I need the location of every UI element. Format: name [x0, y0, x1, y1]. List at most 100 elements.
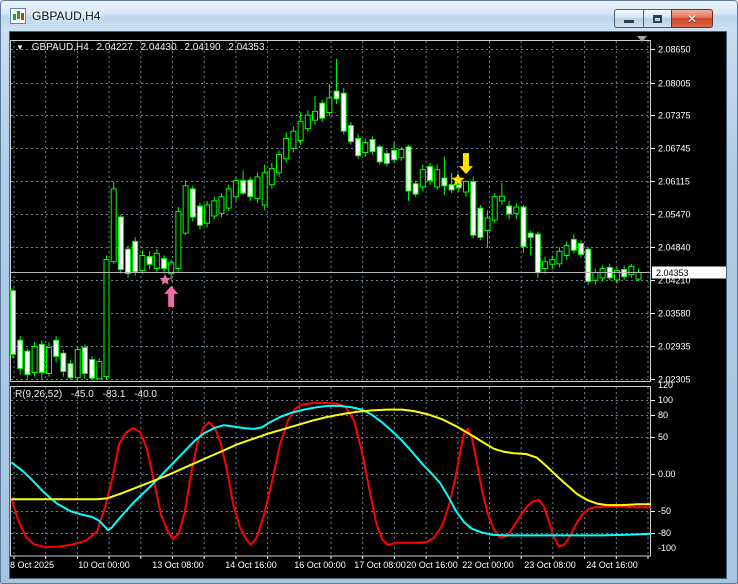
candle-body: [498, 195, 505, 202]
symbol-ohlc-header: ▼ GBPAUD,H4 2.04227 2.04430 2.04190 2.04…: [16, 42, 270, 53]
current-price-value: 2.04353: [656, 268, 689, 278]
candle-body: [31, 346, 38, 373]
close-button[interactable]: ✕: [671, 9, 713, 28]
candle-body: [542, 261, 549, 269]
candle-body: [369, 139, 376, 152]
chart-shift-marker-icon: [637, 36, 647, 42]
time-axis-label: 20 Oct 16:00: [406, 560, 458, 570]
candle-body: [276, 154, 282, 174]
high-value: 2.04430: [140, 42, 177, 53]
chart-canvas[interactable]: 2.08650 2.08005 2.07375 2.06745 2.06115 2.054…: [10, 32, 726, 578]
candle-body: [268, 168, 275, 186]
chevron-down-icon[interactable]: ▼: [16, 43, 24, 52]
osc-axis-label: -80: [658, 528, 671, 538]
candle-body: [139, 255, 146, 272]
candle-body: [225, 188, 232, 209]
candle-body: [46, 347, 52, 374]
oscillator-line-R-fast: [11, 402, 651, 549]
osc-axis-label: 50: [658, 432, 668, 442]
candle-body: [534, 233, 541, 274]
minimize-icon: [624, 20, 634, 23]
price-axis-label: 2.02935: [658, 342, 691, 352]
close-icon: ✕: [686, 11, 698, 26]
candle-body: [391, 149, 398, 161]
candle-body: [67, 363, 74, 379]
candle-body: [376, 146, 383, 163]
candle-body: [520, 206, 527, 248]
price-axis-label: 2.06745: [658, 144, 691, 154]
candle-body: [89, 359, 96, 379]
candle-body: [477, 207, 484, 238]
price-axis-label: 2.05470: [658, 210, 691, 220]
candle-body: [570, 238, 577, 251]
chart-window: GBPAUD,H4 ✕ 2.08650 2.08005 2.07375 2.06745…: [0, 0, 738, 584]
candle-body: [549, 259, 556, 265]
candle-body: [297, 120, 304, 142]
candle-body: [232, 180, 239, 198]
candle-body: [290, 130, 297, 149]
candle-body: [628, 265, 635, 276]
window-controls: ✕: [614, 9, 713, 28]
candle-body: [182, 185, 189, 234]
candle-body: [110, 188, 117, 263]
sell-signal-arrow-icon: [458, 153, 473, 175]
candle-body: [441, 177, 448, 187]
candle-body: [125, 248, 131, 275]
indicator-value-fast: -45.0: [71, 389, 94, 400]
close-value: 2.04353: [228, 42, 265, 53]
candle-body: [117, 216, 124, 270]
candle-body: [81, 347, 88, 374]
buy-signal-arrow-icon: [164, 285, 179, 307]
price-axis-label: 2.04840: [658, 243, 691, 253]
candle-body: [204, 204, 211, 224]
indicator-value-mid: -83.1: [102, 389, 126, 400]
candle-body: [283, 138, 290, 160]
candle-body: [189, 188, 196, 218]
time-axis-label: 22 Oct 00:00: [462, 560, 514, 570]
time-axis-label: 16 Oct 00:00: [294, 560, 346, 570]
candle-body: [347, 125, 354, 143]
candle-body: [355, 138, 362, 157]
maximize-icon: [653, 14, 662, 23]
candle-body: [412, 183, 419, 195]
candle-body: [196, 205, 203, 226]
candle-body: [96, 361, 103, 380]
osc-axis-label: -100: [658, 543, 676, 553]
candle-body: [60, 352, 67, 372]
title-bar[interactable]: GBPAUD,H4 ✕: [1, 1, 737, 31]
candle-body: [24, 350, 31, 376]
symbol-label: GBPAUD,H4: [31, 42, 89, 53]
candle-body: [247, 179, 254, 198]
candle-body: [635, 272, 642, 280]
candle-body: [312, 110, 318, 121]
candle-body: [10, 290, 16, 355]
candle-body: [153, 252, 160, 269]
candle-body: [383, 153, 390, 164]
candle-body: [319, 102, 326, 119]
minimize-button[interactable]: [614, 9, 643, 28]
candle-body: [563, 245, 570, 257]
candle-body: [427, 166, 433, 181]
candle-body: [362, 142, 369, 153]
candle-body: [340, 92, 347, 132]
candle-body: [218, 196, 225, 214]
maximize-button[interactable]: [643, 9, 671, 28]
candle-body: [211, 200, 218, 217]
candle-body: [513, 206, 520, 214]
candle-body: [103, 259, 110, 378]
candle-body: [38, 343, 45, 373]
time-axis-label: 8 Oct 2025: [10, 560, 54, 570]
osc-axis-label: 0.00: [658, 469, 676, 479]
time-axis-label: 14 Oct 16:00: [225, 560, 277, 570]
time-axis-label: 24 Oct 16:00: [586, 560, 638, 570]
candle-body: [254, 176, 261, 200]
time-axis-label: 17 Oct 08:00: [354, 560, 406, 570]
candle-body: [506, 205, 513, 215]
price-axis-label: 2.06115: [658, 177, 690, 187]
window-title: GBPAUD,H4: [32, 9, 101, 23]
candle-body: [17, 339, 24, 369]
time-axis-label: 10 Oct 00:00: [78, 560, 130, 570]
indicator-panel-frame: [10, 386, 651, 557]
candle-body: [484, 217, 491, 231]
candle-body: [470, 181, 477, 236]
